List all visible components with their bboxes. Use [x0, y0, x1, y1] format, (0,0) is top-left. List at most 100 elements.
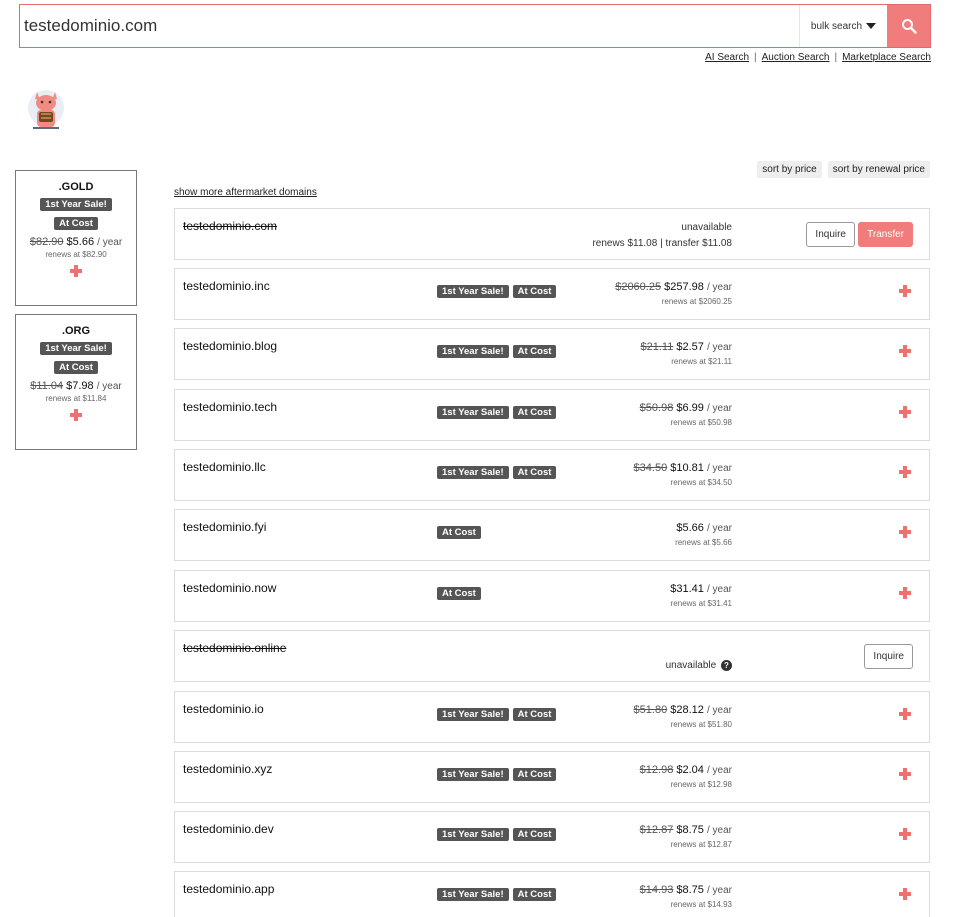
- price-box: $21.11 $2.57 / year renews at $21.11: [641, 341, 733, 366]
- price-box: $2060.25 $257.98 / year renews at $2060.…: [615, 281, 732, 306]
- featured-card-gold: .GOLD 1st Year Sale! At Cost $82.90 $5.6…: [15, 170, 137, 306]
- domain-name: testedominio.app: [183, 882, 275, 896]
- sort-by-renewal-button[interactable]: sort by renewal price: [827, 161, 930, 178]
- auction-search-link[interactable]: Auction Search: [762, 52, 830, 63]
- domain-name: testedominio.online: [183, 641, 287, 655]
- domain-row: testedominio.inc 1st Year Sale! At Cost …: [174, 268, 930, 320]
- price: $8.75: [676, 824, 704, 836]
- inquire-button[interactable]: Inquire: [806, 222, 855, 247]
- domain-row-unavailable: testedominio.online unavailable ? Inquir…: [174, 630, 930, 682]
- renew-text: renews at $2060.25: [661, 297, 732, 306]
- old-price: $11.04: [30, 380, 64, 392]
- featured-tld: .ORG: [61, 325, 91, 337]
- add-to-cart-plus-icon[interactable]: [899, 828, 911, 840]
- marketplace-search-link[interactable]: Marketplace Search: [842, 52, 931, 63]
- search-links: AI Search | Auction Search | Marketplace…: [705, 52, 931, 63]
- badge-group: 1st Year Sale! At Cost: [437, 888, 557, 901]
- help-icon[interactable]: ?: [721, 660, 732, 671]
- price-box: $14.93 $8.75 / year renews at $14.93: [640, 884, 732, 909]
- per-year: / year: [706, 885, 732, 896]
- add-to-cart-plus-icon[interactable]: [899, 708, 911, 720]
- old-price: $21.11: [640, 341, 674, 353]
- per-year: / year: [706, 705, 732, 716]
- add-to-cart-plus-icon[interactable]: [899, 345, 911, 357]
- show-more-aftermarket-link[interactable]: show more aftermarket domains: [174, 187, 317, 198]
- badge-group: 1st Year Sale! At Cost: [437, 345, 557, 358]
- at-cost-badge: At Cost: [512, 466, 557, 479]
- price: $10.81: [670, 462, 704, 474]
- at-cost-badge: At Cost: [512, 708, 557, 721]
- badge-group: 1st Year Sale! At Cost: [437, 466, 557, 479]
- add-to-cart-plus-icon[interactable]: [70, 409, 82, 421]
- add-to-cart-plus-icon[interactable]: [899, 285, 911, 297]
- domain-name: testedominio.fyi: [183, 520, 267, 534]
- renew-text: renews at $21.11: [671, 357, 732, 366]
- sort-controls: sort by price sort by renewal price: [757, 161, 930, 178]
- sale-badge: 1st Year Sale!: [437, 708, 509, 721]
- price-box: $34.50 $10.81 / year renews at $34.50: [634, 462, 732, 487]
- per-year: / year: [96, 381, 122, 392]
- transfer-button[interactable]: Transfer: [858, 222, 913, 247]
- renew-text: renews at $34.50: [670, 478, 732, 487]
- at-cost-badge: At Cost: [437, 526, 481, 539]
- domain-row: testedominio.io 1st Year Sale! At Cost $…: [174, 691, 930, 743]
- search-button[interactable]: [887, 5, 930, 47]
- separator: |: [660, 238, 663, 249]
- price: $5.66: [66, 236, 95, 248]
- per-year: / year: [706, 584, 732, 595]
- domain-row: testedominio.now At Cost $31.41 / year r…: [174, 570, 930, 622]
- add-to-cart-plus-icon[interactable]: [899, 587, 911, 599]
- at-cost-badge: At Cost: [54, 217, 98, 230]
- domain-name: testedominio.io: [183, 702, 264, 716]
- price: $6.99: [676, 402, 704, 414]
- domain-row: testedominio.dev 1st Year Sale! At Cost …: [174, 811, 930, 863]
- price: $257.98: [664, 281, 704, 293]
- ai-search-link[interactable]: AI Search: [705, 52, 749, 63]
- status-text: unavailable ?: [666, 660, 732, 671]
- status-text: unavailable: [681, 222, 732, 233]
- sort-by-price-button[interactable]: sort by price: [757, 161, 822, 178]
- old-price: $34.50: [633, 462, 668, 474]
- domain-row: testedominio.tech 1st Year Sale! At Cost…: [174, 389, 930, 441]
- domain-name: testedominio.blog: [183, 339, 278, 353]
- at-cost-badge: At Cost: [512, 768, 557, 781]
- domain-name: testedominio.inc: [183, 279, 270, 293]
- badge-group: 1st Year Sale! At Cost: [437, 768, 557, 781]
- badge-group: At Cost: [437, 526, 481, 539]
- renew-text: renews at $31.41: [670, 599, 732, 608]
- price-box: $5.66 / year renews at $5.66: [675, 522, 732, 547]
- add-to-cart-plus-icon[interactable]: [899, 888, 911, 900]
- add-to-cart-plus-icon[interactable]: [899, 466, 911, 478]
- sale-badge: 1st Year Sale!: [437, 345, 509, 358]
- per-year: / year: [706, 403, 732, 414]
- at-cost-badge: At Cost: [512, 828, 557, 841]
- add-to-cart-plus-icon[interactable]: [899, 768, 911, 780]
- renew-text: renews at $12.87: [670, 840, 732, 849]
- per-year: / year: [706, 282, 732, 293]
- inquire-button[interactable]: Inquire: [864, 644, 913, 669]
- sale-badge: 1st Year Sale!: [437, 285, 509, 298]
- domain-name: testedominio.now: [183, 581, 277, 595]
- price: $28.12: [670, 704, 704, 716]
- search-icon: [901, 19, 917, 34]
- sale-badge: 1st Year Sale!: [437, 466, 509, 479]
- add-to-cart-plus-icon[interactable]: [899, 526, 911, 538]
- price-box: $31.41 / year renews at $31.41: [670, 583, 732, 608]
- per-year: / year: [97, 237, 123, 248]
- renew-text: renews at $82.90: [45, 250, 107, 259]
- domain-name: testedominio.tech: [183, 400, 278, 414]
- bulk-search-label: bulk search: [810, 20, 863, 32]
- caret-down-icon: [866, 23, 877, 29]
- price-box: $12.87 $8.75 / year renews at $12.87: [640, 824, 732, 849]
- price: $8.75: [676, 884, 704, 896]
- add-to-cart-plus-icon[interactable]: [70, 265, 82, 277]
- badge-group: At Cost: [437, 587, 481, 600]
- sale-badge: 1st Year Sale!: [437, 406, 509, 419]
- search-input[interactable]: [20, 5, 799, 47]
- add-to-cart-plus-icon[interactable]: [899, 406, 911, 418]
- renew-text: renews at $14.93: [670, 900, 732, 909]
- per-year: / year: [706, 825, 732, 836]
- bulk-search-dropdown[interactable]: bulk search: [799, 5, 887, 47]
- domain-row: testedominio.fyi At Cost $5.66 / year re…: [174, 509, 930, 561]
- domain-name: testedominio.xyz: [183, 762, 273, 776]
